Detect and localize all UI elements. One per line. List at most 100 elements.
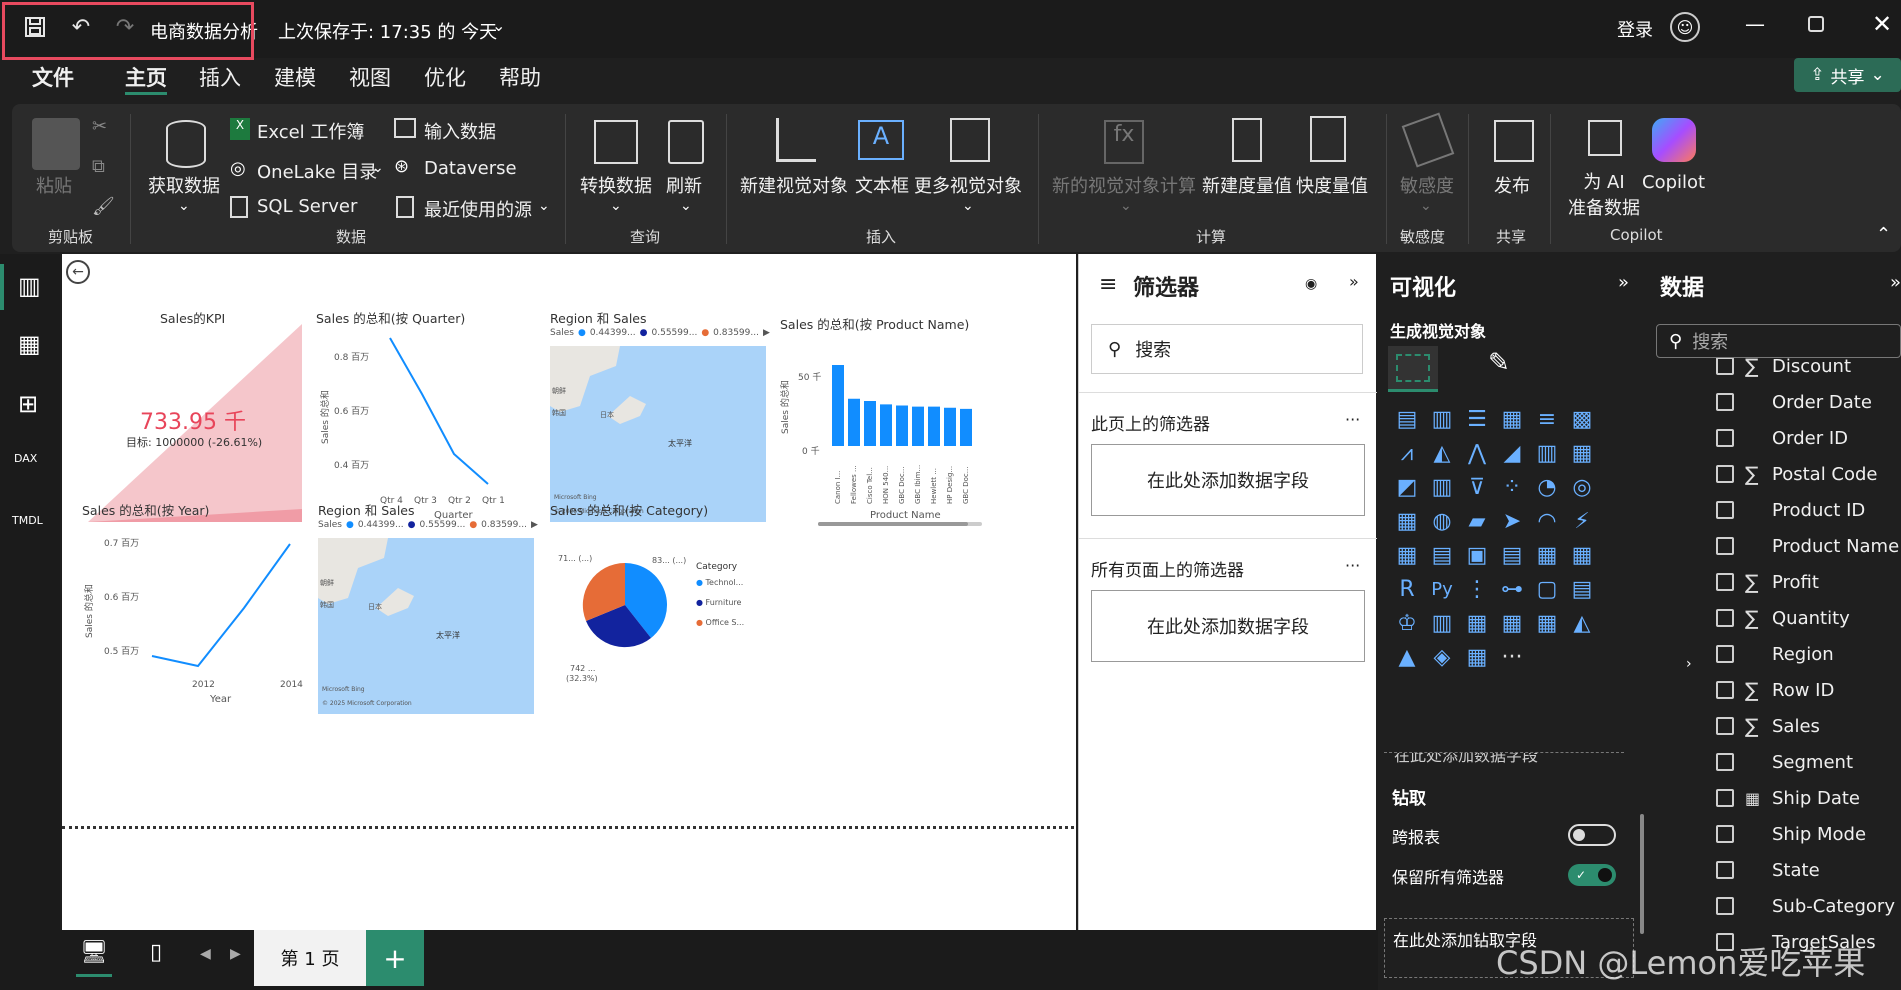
field-checkbox[interactable] — [1716, 645, 1734, 663]
copilot-icon[interactable] — [1652, 118, 1696, 162]
map1-visual[interactable]: 朝鲜 韩国 日本 太平洋 Microsoft Bing © 2025 Micro… — [550, 346, 766, 522]
next-page-icon[interactable]: ▶ — [230, 946, 241, 962]
100-area-icon[interactable]: ◢ — [1497, 438, 1527, 468]
tmdl-view-icon[interactable]: TMDL — [12, 514, 43, 527]
filter-search-input[interactable]: ⚲ 搜索 — [1091, 324, 1363, 374]
more-visuals-button[interactable]: 更多视觉对象 — [914, 172, 1022, 198]
paste-button[interactable]: 粘贴 — [36, 172, 72, 198]
dax-view-icon[interactable]: DAX — [14, 452, 37, 465]
copy-icon[interactable]: ⧉ — [92, 156, 105, 177]
100-column-icon[interactable]: ▩ — [1567, 404, 1597, 434]
page-tab-1[interactable]: 第 1 页 — [254, 930, 366, 986]
new-visual-button[interactable]: 新建视觉对象 — [740, 172, 848, 198]
collapse-pane-icon[interactable]: » — [1890, 272, 1901, 293]
key-influencers-icon[interactable]: ⋮ — [1462, 574, 1492, 604]
power-apps-icon[interactable]: ▦ — [1462, 608, 1492, 638]
pie-icon[interactable]: ◔ — [1532, 472, 1562, 502]
copilot-button[interactable]: Copilot — [1642, 172, 1705, 193]
category-pie-chart[interactable] — [580, 560, 670, 650]
product-bar[interactable] — [896, 405, 908, 447]
ribbon-icon[interactable]: ◩ — [1392, 472, 1422, 502]
product-bar[interactable] — [864, 401, 876, 446]
collapse-pane-icon[interactable]: » — [1349, 272, 1359, 291]
field-checkbox[interactable] — [1716, 465, 1734, 483]
report-view-icon[interactable]: ▥ — [18, 272, 41, 300]
quick-measure-icon[interactable] — [1310, 116, 1346, 162]
more-options-icon[interactable]: ··· — [1345, 556, 1360, 575]
field-checkbox[interactable] — [1716, 825, 1734, 843]
line-icon[interactable]: ⩘ — [1392, 438, 1422, 468]
product-bar[interactable] — [912, 406, 924, 446]
mobile-layout-icon[interactable]: ▯ — [150, 940, 162, 965]
this-page-drop-zone[interactable]: 在此处添加数据字段 — [1091, 444, 1365, 516]
dataverse-button[interactable]: Dataverse — [424, 158, 517, 179]
product-bar[interactable] — [832, 365, 844, 446]
product-bar[interactable] — [848, 398, 860, 446]
field-checkbox[interactable] — [1716, 609, 1734, 627]
multirow-card-icon[interactable]: ▦ — [1392, 540, 1422, 570]
product-bar[interactable] — [880, 404, 892, 446]
publish-button[interactable]: 发布 — [1494, 172, 1530, 198]
new-visual-calc-button[interactable]: 新的视觉对象计算 — [1052, 172, 1196, 198]
chevron-down-icon[interactable]: ⌄ — [680, 198, 692, 214]
collapse-ribbon-icon[interactable]: ⌃ — [1876, 224, 1891, 245]
field-checkbox[interactable] — [1716, 861, 1734, 879]
cross-report-toggle[interactable] — [1568, 824, 1616, 846]
field-item[interactable]: Order Date — [1650, 384, 1901, 420]
powerbi-icon[interactable]: ▦ — [1462, 642, 1492, 672]
field-checkbox[interactable] — [1716, 717, 1734, 735]
python-script-icon[interactable]: Py — [1427, 574, 1457, 604]
stacked-area-icon[interactable]: ⋀ — [1462, 438, 1492, 468]
eye-icon[interactable]: ◉ — [1305, 276, 1317, 292]
field-item[interactable]: ∑ Row ID — [1650, 672, 1901, 708]
viz-drop-zone-cut[interactable]: 在此处添加数据字段 — [1384, 752, 1624, 768]
clustered-bar-icon[interactable]: ☰ — [1462, 404, 1492, 434]
filled-map-icon[interactable]: ▰ — [1462, 506, 1492, 536]
power-automate-icon[interactable]: ▦ — [1497, 608, 1527, 638]
stacked-bar-icon[interactable]: ▤ — [1392, 404, 1422, 434]
build-visual-tab[interactable] — [1388, 346, 1438, 392]
kpi-icon[interactable]: ▤ — [1427, 540, 1457, 570]
map-icon[interactable]: ◍ — [1427, 506, 1457, 536]
scatter-icon[interactable]: ⁘ — [1497, 472, 1527, 502]
recent-sources-button[interactable]: 最近使用的源 — [424, 196, 532, 222]
area-icon[interactable]: ◭ — [1427, 438, 1457, 468]
refresh-button[interactable]: 刷新 — [666, 172, 702, 198]
quarter-line-chart[interactable] — [380, 334, 520, 494]
field-checkbox[interactable] — [1716, 501, 1734, 519]
visual-calc-icon[interactable]: fx — [1104, 120, 1144, 164]
chevron-down-icon[interactable]: ⌄ — [492, 16, 505, 35]
field-checkbox[interactable] — [1716, 393, 1734, 411]
product-bar[interactable] — [928, 406, 940, 446]
keep-filters-toggle[interactable]: ✓ — [1568, 864, 1616, 886]
viz-scrollbar[interactable] — [1640, 814, 1644, 934]
excel-workbook-button[interactable]: Excel 工作簿 — [257, 118, 364, 144]
table-view-icon[interactable]: ▦ — [18, 330, 41, 358]
map2-visual[interactable]: 朝鲜 韩国 日本 太平洋 Microsoft Bing © 2025 Micro… — [318, 538, 534, 714]
close-icon[interactable]: ✕ — [1872, 10, 1892, 38]
chevron-down-icon[interactable]: ⌄ — [178, 198, 190, 214]
smart-narrative-icon[interactable]: ▲ — [1392, 642, 1422, 672]
field-item[interactable]: ▦ Ship Date — [1650, 780, 1901, 816]
more-visuals-icon[interactable] — [950, 118, 990, 162]
add-page-button[interactable]: + — [366, 930, 424, 986]
prep-ai-icon[interactable] — [1588, 120, 1622, 156]
slicer-icon[interactable]: ▣ — [1462, 540, 1492, 570]
line-column-2-icon[interactable]: ▦ — [1567, 438, 1597, 468]
desktop-layout-icon[interactable]: 🖥 — [80, 940, 108, 965]
menu-modeling[interactable]: 建模 — [274, 62, 316, 92]
transform-data-button[interactable]: 转换数据 — [580, 172, 652, 198]
field-item[interactable]: ∑ Profit — [1650, 564, 1901, 600]
prep-ai-button[interactable]: 为 AI 准备数据 — [1568, 170, 1640, 222]
menu-view[interactable]: 视图 — [349, 62, 391, 92]
back-arrow-icon[interactable]: ← — [66, 260, 90, 284]
field-item[interactable]: Sub-Category — [1650, 888, 1901, 924]
field-checkbox[interactable] — [1716, 537, 1734, 555]
treemap-icon[interactable]: ▦ — [1392, 506, 1422, 536]
refresh-icon[interactable] — [668, 120, 704, 164]
menu-insert[interactable]: 插入 — [199, 62, 241, 92]
card-icon[interactable]: ⚡ — [1567, 506, 1597, 536]
onelake-button[interactable]: OneLake 目录 — [257, 158, 377, 184]
menu-home[interactable]: 主页 — [125, 62, 167, 92]
collapse-pane-icon[interactable]: » — [1618, 272, 1629, 293]
